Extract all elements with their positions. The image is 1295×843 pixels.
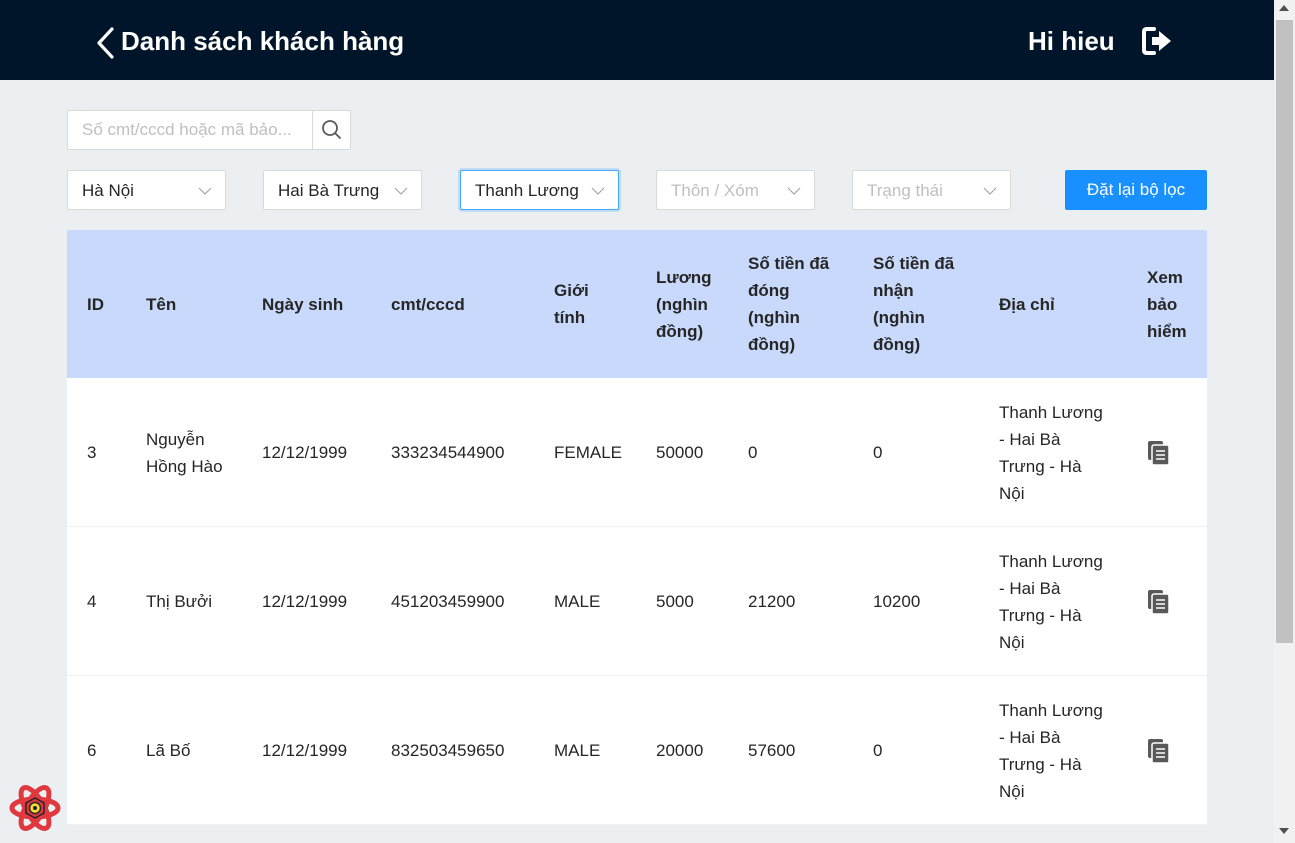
cell-address: Thanh Lương - Hai Bà Trưng - Hà Nội — [999, 402, 1103, 503]
page-title: Danh sách khách hàng — [121, 26, 405, 56]
chevron-down-icon — [198, 187, 212, 195]
cell-id: 3 — [87, 443, 97, 462]
cell-name: Thị Bưởi — [146, 592, 212, 611]
column-header-name: Tên — [146, 294, 177, 314]
cell-name: Nguyễn Hồng Hào — [146, 429, 223, 476]
search-button[interactable] — [312, 111, 350, 149]
column-header-id: ID — [87, 294, 104, 314]
cell-cmt: 333234544900 — [391, 443, 505, 462]
status-select-placeholder: Trạng thái — [867, 181, 943, 200]
cell-gender: FEMALE — [554, 443, 623, 462]
reset-filter-button[interactable]: Đặt lại bộ lọc — [1065, 170, 1207, 210]
table-row: 6 Lã Bố 12/12/1999 832503459650 MALE 200… — [67, 676, 1207, 825]
search-icon — [322, 120, 341, 139]
cell-received: 10200 — [873, 592, 921, 611]
status-select[interactable]: Trạng thái — [852, 170, 1011, 210]
cell-cmt: 451203459900 — [391, 592, 505, 611]
document-icon[interactable] — [1147, 589, 1171, 615]
cell-dob: 12/12/1999 — [262, 443, 348, 462]
table-row: 4 Thị Bưởi 12/12/1999 451203459900 MALE … — [67, 527, 1207, 676]
scrollbar-thumb[interactable] — [1276, 20, 1293, 643]
cell-address: Thanh Lương - Hai Bà Trưng - Hà Nội — [999, 700, 1103, 801]
app-header: Danh sách khách hàng Hi hieu — [0, 0, 1274, 80]
cell-id: 6 — [87, 741, 97, 760]
table-row: 3 Nguyễn Hồng Hào 12/12/1999 33323454490… — [67, 378, 1207, 527]
document-icon[interactable] — [1147, 440, 1171, 466]
chevron-down-icon — [787, 187, 801, 195]
cell-dob: 12/12/1999 — [262, 592, 348, 611]
scroll-up-arrow-icon[interactable] — [1279, 5, 1289, 11]
cell-dob: 12/12/1999 — [262, 741, 348, 760]
hamlet-select-placeholder: Thôn / Xóm — [671, 181, 759, 200]
column-header-dob: Ngày sinh — [262, 294, 344, 314]
province-select-value: Hà Nội — [82, 181, 134, 200]
scroll-down-arrow-icon[interactable] — [1279, 828, 1289, 834]
customer-table: ID Tên Ngày sinh cmt/cccd Giới tính Lươn… — [67, 230, 1207, 825]
cell-paid: 0 — [748, 443, 758, 462]
cell-name: Lã Bố — [146, 741, 191, 760]
cell-received: 0 — [873, 741, 883, 760]
cell-gender: MALE — [554, 741, 601, 760]
cell-id: 4 — [87, 592, 97, 611]
chevron-down-icon — [983, 187, 997, 195]
column-header-gender: Giới tính — [554, 281, 589, 327]
cell-salary: 20000 — [656, 741, 704, 760]
column-header-paid: Số tiền đã đóng (nghìn đồng) — [748, 254, 830, 354]
province-select[interactable]: Hà Nội — [67, 170, 226, 210]
devtools-badge-icon[interactable] — [9, 784, 61, 832]
back-arrow-icon[interactable] — [94, 26, 118, 60]
column-header-address: Địa chỉ — [999, 294, 1055, 314]
cell-paid: 21200 — [748, 592, 796, 611]
column-header-salary: Lương (nghìn đồng) — [656, 267, 712, 341]
hamlet-select[interactable]: Thôn / Xóm — [656, 170, 815, 210]
chevron-down-icon — [591, 187, 605, 195]
document-icon[interactable] — [1147, 738, 1171, 764]
search-input[interactable] — [68, 111, 312, 149]
district-select-value: Hai Bà Trưng — [278, 181, 380, 200]
cell-gender: MALE — [554, 592, 601, 611]
cell-address: Thanh Lương - Hai Bà Trưng - Hà Nội — [999, 551, 1103, 652]
column-header-view-insurance: Xem bảo hiểm — [1147, 267, 1187, 341]
ward-select[interactable]: Thanh Lương — [460, 170, 619, 210]
cell-view-insurance — [1147, 527, 1187, 676]
district-select[interactable]: Hai Bà Trưng — [263, 170, 422, 210]
cell-salary: 50000 — [656, 443, 704, 462]
search-box — [67, 110, 351, 150]
cell-received: 0 — [873, 443, 883, 462]
logout-icon[interactable] — [1142, 26, 1174, 56]
cell-cmt: 832503459650 — [391, 741, 505, 760]
chevron-down-icon — [394, 187, 408, 195]
cell-view-insurance — [1147, 676, 1187, 825]
ward-select-value: Thanh Lương — [475, 181, 579, 200]
cell-view-insurance — [1147, 378, 1187, 527]
table-header: ID Tên Ngày sinh cmt/cccd Giới tính Lươn… — [67, 230, 1207, 378]
column-header-cmt: cmt/cccd — [391, 294, 465, 314]
column-header-received: Số tiền đã nhận (nghìn đồng) — [873, 254, 955, 354]
cell-paid: 57600 — [748, 741, 796, 760]
page-scrollbar[interactable] — [1274, 0, 1295, 843]
user-greeting: Hi hieu — [1028, 26, 1115, 56]
cell-salary: 5000 — [656, 592, 694, 611]
